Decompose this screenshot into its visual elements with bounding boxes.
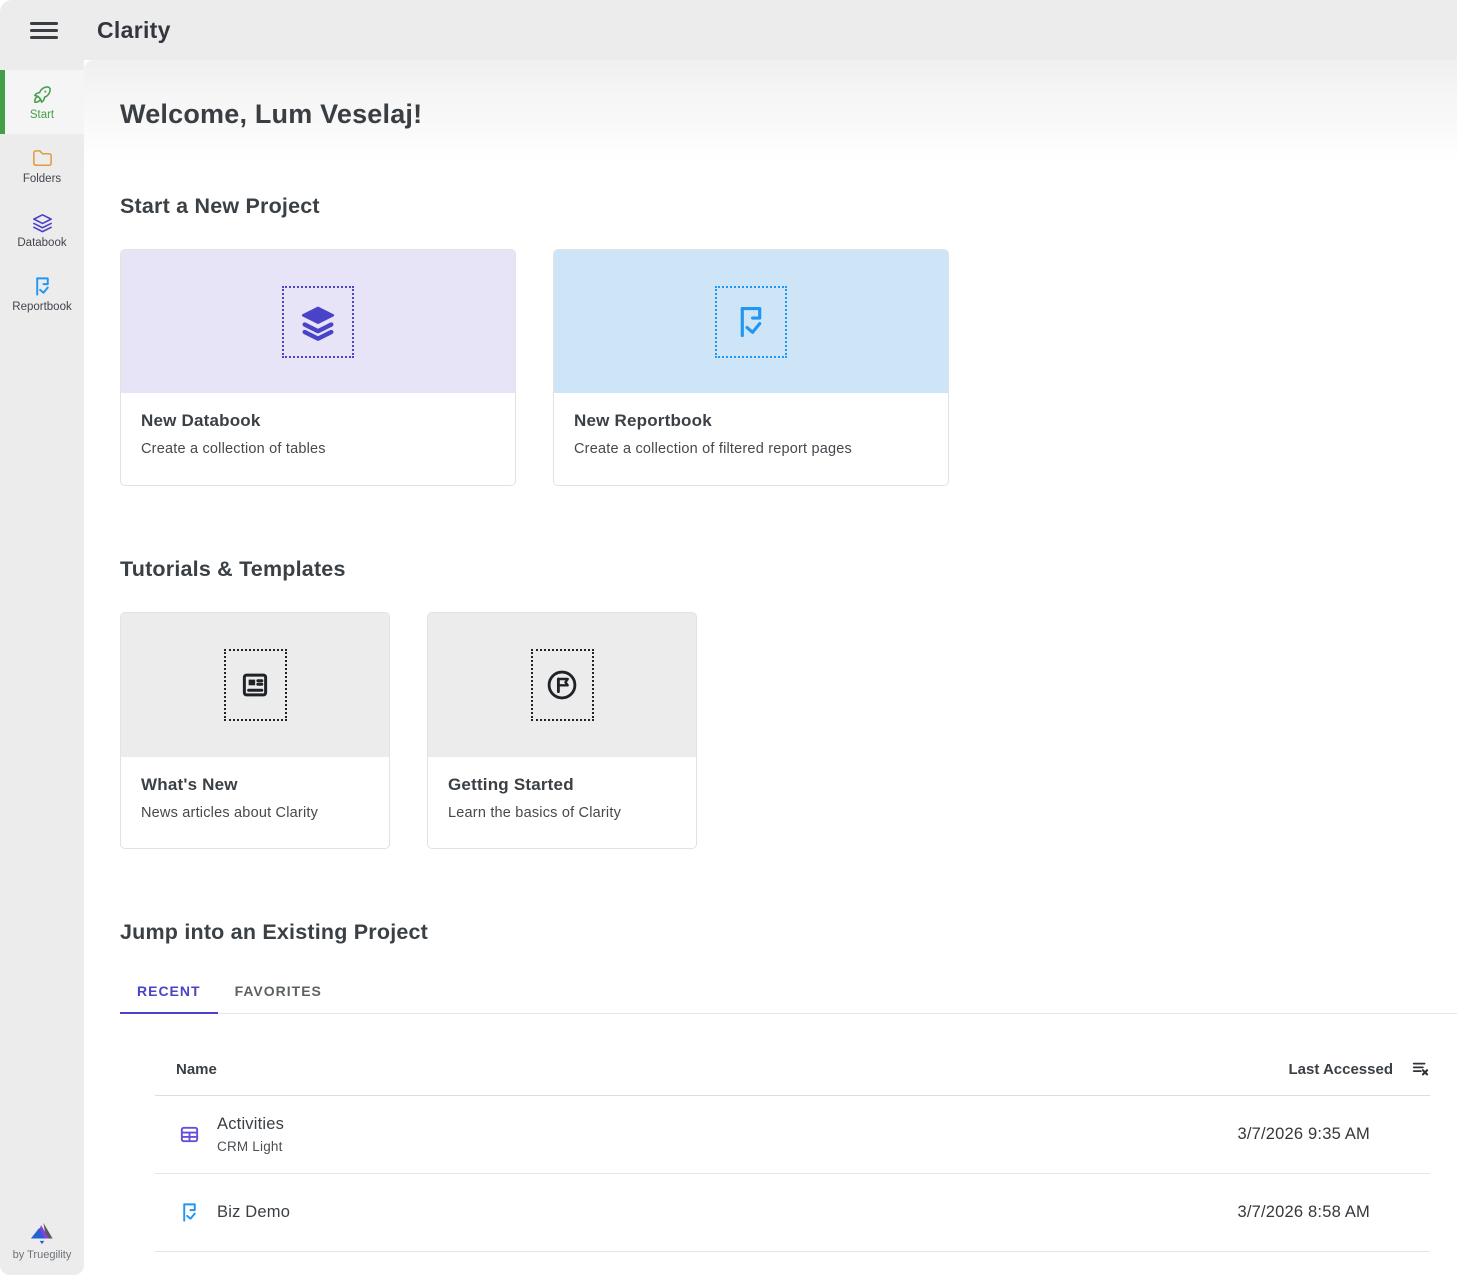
card-hero [121,250,515,393]
table-row-activities[interactable]: Activities CRM Light 3/7/2026 9:35 AM [155,1096,1430,1174]
flag-chart-icon [732,303,770,341]
card-subtitle: Create a collection of filtered report p… [574,441,928,457]
folder-icon [31,147,54,170]
card-body: Getting Started Learn the basics of Clar… [428,757,696,839]
card-hero [121,613,389,757]
welcome-heading: Welcome, Lum Veselaj! [120,99,1457,130]
flag-chart-icon [178,1201,201,1224]
project-tabs: RECENT FAVORITES [120,971,1457,1014]
card-title: Getting Started [448,775,676,795]
getting-started-card[interactable]: Getting Started Learn the basics of Clar… [427,612,697,849]
sidebar-footer-label: by Truegility [13,1249,72,1261]
card-hero [554,250,948,393]
card-subtitle: News articles about Clarity [141,805,369,821]
column-header-name: Name [176,1061,217,1078]
section-title: Start a New Project [120,194,1457,219]
sidebar-item-start[interactable]: Start [0,70,84,134]
sidebar-footer: by Truegility [0,1221,84,1261]
sidebar-item-reportbook[interactable]: Reportbook [0,262,84,326]
new-databook-card[interactable]: New Databook Create a collection of tabl… [120,249,516,486]
row-last-accessed: 3/7/2026 8:58 AM [1237,1203,1370,1222]
column-header-last-accessed: Last Accessed [1288,1061,1393,1078]
sidebar-item-folders[interactable]: Folders [0,134,84,198]
section-title: Tutorials & Templates [120,557,1457,582]
topbar: Clarity [0,0,1457,60]
sidebar: Start Folders Databook Reportboo [0,60,84,1275]
tab-recent[interactable]: RECENT [120,971,218,1014]
dotted-frame [715,286,787,358]
sidebar-item-label: Databook [17,237,66,249]
sidebar-item-label: Start [30,109,54,121]
card-subtitle: Create a collection of tables [141,441,495,457]
layers-icon [31,211,54,234]
dotted-frame [282,286,354,358]
card-body: New Reportbook Create a collection of fi… [554,393,948,475]
newspaper-icon [238,668,272,702]
app-title: Clarity [97,17,171,44]
card-body: What's New News articles about Clarity [121,757,389,839]
dotted-frame [224,649,287,721]
section-tutorials: Tutorials & Templates [120,557,1457,849]
rocket-icon [31,83,54,106]
table-header: Name Last Accessed [155,1044,1430,1096]
menu-icon[interactable] [30,22,58,39]
row-last-accessed: 3/7/2026 9:35 AM [1237,1125,1370,1144]
sidebar-item-label: Folders [23,173,61,185]
row-name: Biz Demo [217,1203,290,1222]
layers-icon [298,302,338,342]
flag-chart-icon [31,275,54,298]
card-body: New Databook Create a collection of tabl… [121,393,515,475]
sidebar-item-label: Reportbook [12,301,71,313]
row-subtitle: CRM Light [217,1139,284,1154]
sidebar-item-databook[interactable]: Databook [0,198,84,262]
table-icon [178,1123,201,1146]
card-title: New Databook [141,411,495,431]
section-existing-project: Jump into an Existing Project RECENT FAV… [120,920,1457,1275]
tab-favorites[interactable]: FAVORITES [218,971,339,1014]
main-content: Welcome, Lum Veselaj! Start a New Projec… [84,60,1457,1275]
table-row-stages[interactable]: Stages 3/7/2026 [155,1252,1430,1275]
card-title: New Reportbook [574,411,928,431]
section-new-project: Start a New Project N [120,194,1457,486]
table-row-biz-demo[interactable]: Biz Demo 3/7/2026 8:58 AM [155,1174,1430,1252]
clear-filter-icon[interactable] [1410,1059,1430,1079]
card-title: What's New [141,775,369,795]
row-name: Activities [217,1115,284,1134]
truegility-logo [27,1221,57,1245]
card-subtitle: Learn the basics of Clarity [448,805,676,821]
section-title: Jump into an Existing Project [120,920,1457,945]
whats-new-card[interactable]: What's New News articles about Clarity [120,612,390,849]
dotted-frame [531,649,594,721]
recent-projects-table: Name Last Accessed [155,1044,1430,1275]
new-reportbook-card[interactable]: New Reportbook Create a collection of fi… [553,249,949,486]
flag-circle-icon [544,667,580,703]
card-hero [428,613,696,757]
